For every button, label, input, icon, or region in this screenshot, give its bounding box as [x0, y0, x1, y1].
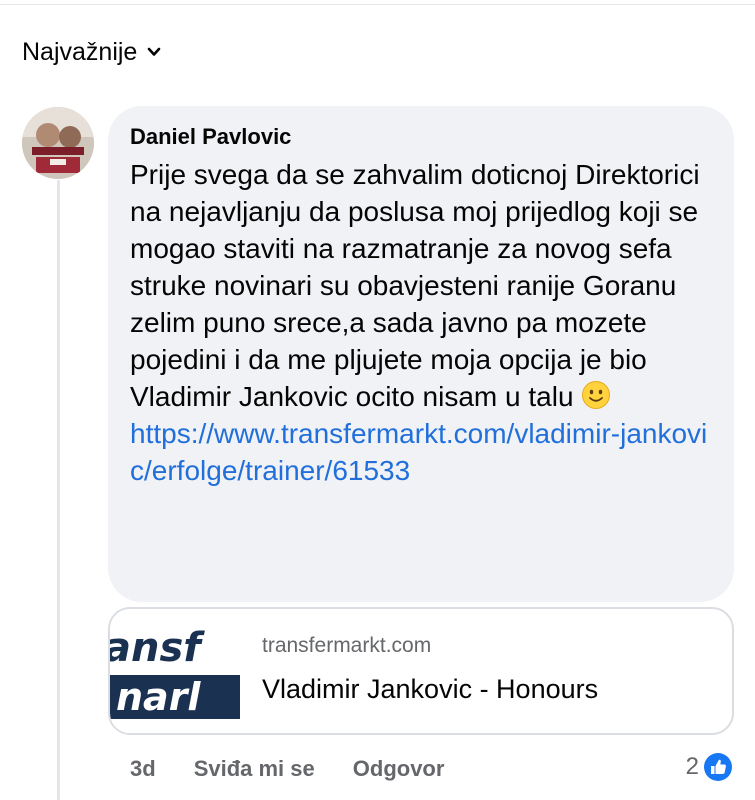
like-button[interactable]: Sviđa mi se: [194, 756, 315, 782]
reaction-summary[interactable]: 2: [686, 750, 733, 784]
avatar-photo: [22, 107, 94, 179]
like-icon: [703, 752, 733, 782]
sort-label: Najvažnije: [22, 37, 138, 66]
svg-text:narl: narl: [116, 675, 201, 719]
slightly-smiling-face-icon: [581, 380, 611, 410]
chevron-down-icon: [147, 45, 161, 59]
svg-text:ansf: ansf: [110, 625, 205, 671]
sort-dropdown[interactable]: Najvažnije: [22, 34, 161, 70]
link-preview-card[interactable]: ansf narl transfermarkt.com Vladimir Jan…: [108, 607, 734, 735]
reply-button[interactable]: Odgovor: [353, 756, 445, 782]
comment-author[interactable]: Daniel Pavlovic: [130, 124, 712, 150]
avatar[interactable]: [22, 107, 94, 179]
transfermarkt-logo-thumbnail: ansf narl: [110, 609, 240, 733]
preview-title: Vladimir Jankovic - Honours: [262, 674, 599, 704]
preview-text: transfermarkt.com Vladimir Jankovic - Ho…: [240, 609, 598, 733]
comment-text-block: Prije svega da se zahvalim doticnoj Dire…: [130, 156, 718, 489]
thread-line: [57, 180, 60, 800]
reaction-count: 2: [685, 753, 699, 780]
comment-link[interactable]: https://www.transfermarkt.com/vladimir-j…: [130, 415, 718, 489]
comment-actions: 3d Sviđa mi se Odgovor: [130, 752, 444, 786]
preview-domain: transfermarkt.com: [262, 634, 432, 657]
top-divider: [0, 4, 755, 5]
comment-bubble: Daniel Pavlovic Prije svega da se zahval…: [108, 106, 734, 602]
comment-text: Prije svega da se zahvalim doticnoj Dire…: [130, 159, 700, 412]
comment-timestamp[interactable]: 3d: [130, 756, 156, 782]
